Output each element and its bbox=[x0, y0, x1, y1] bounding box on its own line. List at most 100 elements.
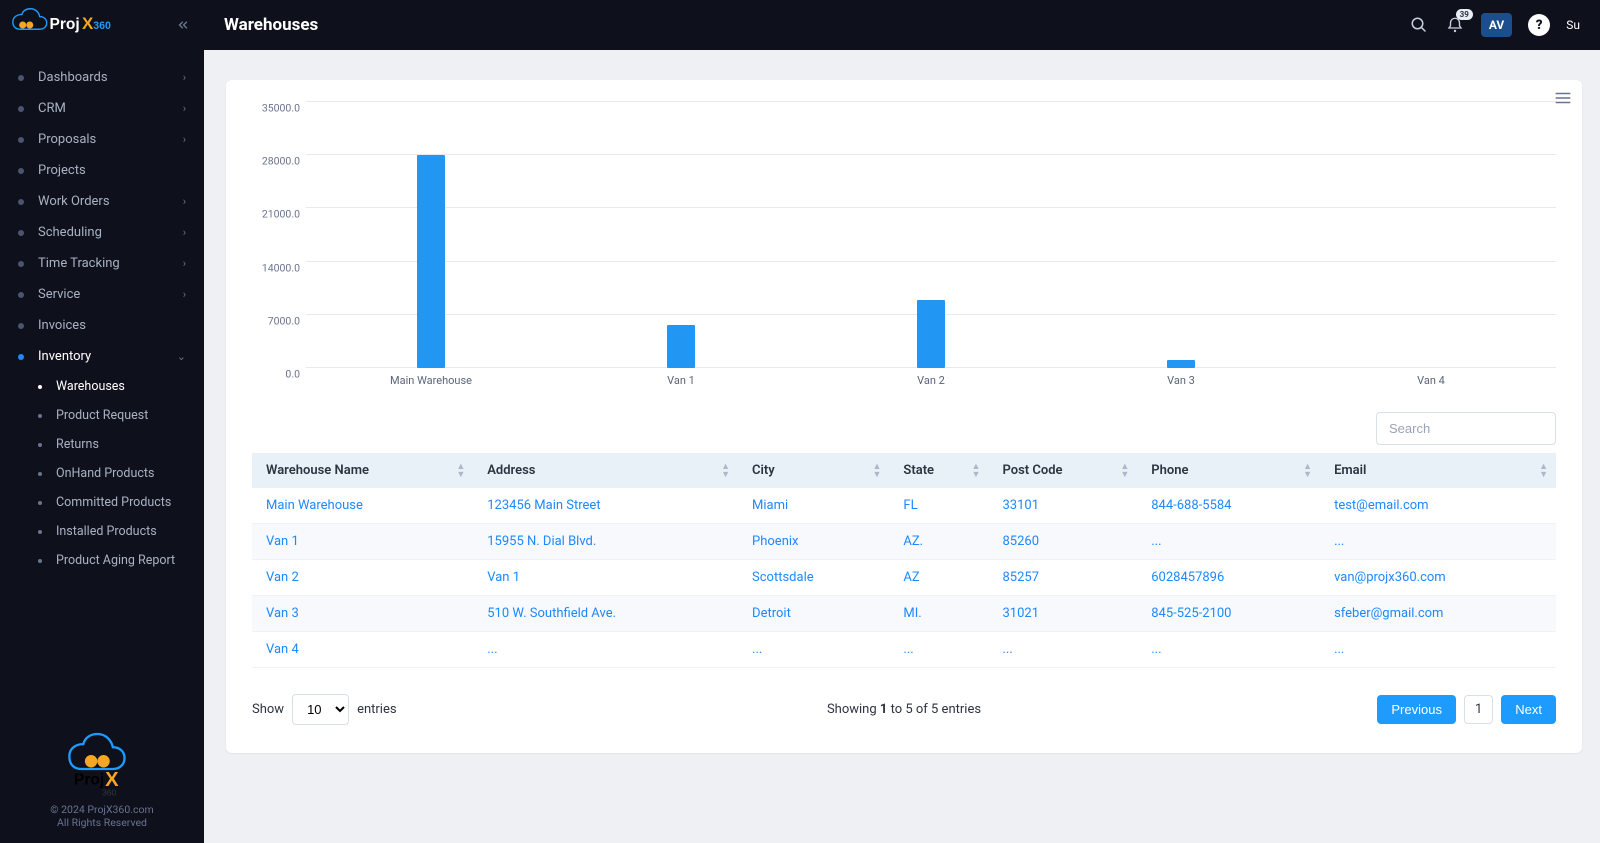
chart-bar[interactable] bbox=[417, 155, 445, 368]
sidebar-item-work-orders[interactable]: Work Orders› bbox=[0, 186, 204, 217]
search-button[interactable] bbox=[1409, 15, 1429, 35]
cell-post[interactable]: 31021 bbox=[988, 596, 1137, 632]
cell-city[interactable]: Detroit bbox=[738, 596, 889, 632]
cell-state[interactable]: ... bbox=[889, 632, 988, 668]
column-header[interactable]: Phone▲▼ bbox=[1137, 453, 1320, 488]
svg-text:360: 360 bbox=[102, 787, 117, 797]
notifications-button[interactable]: 39 bbox=[1445, 15, 1465, 35]
support-link[interactable]: Su bbox=[1566, 18, 1580, 32]
cell-phone[interactable]: 845-525-2100 bbox=[1137, 596, 1320, 632]
chart-bar[interactable] bbox=[1167, 360, 1195, 368]
chevron-right-icon: › bbox=[183, 102, 186, 115]
cell-email[interactable]: van@projx360.com bbox=[1320, 560, 1556, 596]
table-search-input[interactable] bbox=[1376, 412, 1556, 445]
cell-email[interactable]: test@email.com bbox=[1320, 488, 1556, 524]
sidebar-subitem-committed-products[interactable]: Committed Products bbox=[20, 488, 204, 517]
cell-state[interactable]: MI. bbox=[889, 596, 988, 632]
cell-email[interactable]: ... bbox=[1320, 632, 1556, 668]
user-avatar[interactable]: AV bbox=[1481, 13, 1512, 37]
column-header[interactable]: State▲▼ bbox=[889, 453, 988, 488]
column-label: Address bbox=[487, 463, 535, 478]
cell-state[interactable]: FL bbox=[889, 488, 988, 524]
column-header[interactable]: City▲▼ bbox=[738, 453, 889, 488]
cell-address[interactable]: ... bbox=[473, 632, 738, 668]
rights-text: All Rights Reserved bbox=[10, 816, 194, 829]
notification-badge: 39 bbox=[1456, 9, 1473, 20]
sidebar-item-scheduling[interactable]: Scheduling› bbox=[0, 217, 204, 248]
dot-icon bbox=[18, 323, 24, 329]
chevron-right-icon: › bbox=[183, 71, 186, 84]
sidebar-subitem-installed-products[interactable]: Installed Products bbox=[20, 517, 204, 546]
cell-address[interactable]: 123456 Main Street bbox=[473, 488, 738, 524]
sidebar-item-projects[interactable]: Projects bbox=[0, 155, 204, 186]
cell-address[interactable]: 15955 N. Dial Blvd. bbox=[473, 524, 738, 560]
sidebar-subitem-warehouses[interactable]: Warehouses bbox=[20, 372, 204, 401]
cell-post[interactable]: ... bbox=[988, 632, 1137, 668]
cell-post[interactable]: 85257 bbox=[988, 560, 1137, 596]
cell-name[interactable]: Van 1 bbox=[252, 524, 473, 560]
chart-bar[interactable] bbox=[667, 325, 695, 368]
chart-menu-button[interactable] bbox=[1554, 90, 1572, 110]
cell-email[interactable]: ... bbox=[1320, 524, 1556, 560]
previous-button[interactable]: Previous bbox=[1377, 695, 1456, 724]
cell-email[interactable]: sfeber@gmail.com bbox=[1320, 596, 1556, 632]
dot-icon bbox=[18, 261, 24, 267]
sidebar-item-label: Dashboards bbox=[38, 70, 108, 85]
sidebar-collapse-button[interactable] bbox=[172, 14, 194, 36]
sidebar: Proj X 360 Dashboards › CRM › Proposals› Proj… bbox=[0, 0, 204, 843]
cell-city[interactable]: ... bbox=[738, 632, 889, 668]
sidebar-item-inventory[interactable]: Inventory⌄ bbox=[0, 341, 204, 372]
sidebar-item-dashboards[interactable]: Dashboards › bbox=[0, 62, 204, 93]
cell-city[interactable]: Phoenix bbox=[738, 524, 889, 560]
cell-name[interactable]: Van 2 bbox=[252, 560, 473, 596]
x-label: Van 1 bbox=[556, 368, 806, 402]
sidebar-item-proposals[interactable]: Proposals› bbox=[0, 124, 204, 155]
column-header[interactable]: Warehouse Name▲▼ bbox=[252, 453, 473, 488]
cell-address[interactable]: Van 1 bbox=[473, 560, 738, 596]
cell-state[interactable]: AZ. bbox=[889, 524, 988, 560]
cell-phone[interactable]: 844-688-5584 bbox=[1137, 488, 1320, 524]
column-header[interactable]: Email▲▼ bbox=[1320, 453, 1556, 488]
sidebar-item-crm[interactable]: CRM › bbox=[0, 93, 204, 124]
column-header[interactable]: Address▲▼ bbox=[473, 453, 738, 488]
cell-post[interactable]: 33101 bbox=[988, 488, 1137, 524]
dot-icon bbox=[18, 199, 24, 205]
cell-phone[interactable]: ... bbox=[1137, 632, 1320, 668]
logo[interactable]: Proj X 360 bbox=[0, 0, 204, 50]
cell-name[interactable]: Van 3 bbox=[252, 596, 473, 632]
next-button[interactable]: Next bbox=[1501, 695, 1556, 724]
sidebar-item-label: Installed Products bbox=[56, 524, 157, 539]
page-number[interactable]: 1 bbox=[1464, 695, 1493, 724]
sidebar-item-label: Projects bbox=[38, 163, 86, 178]
y-tick: 7000.0 bbox=[268, 314, 300, 327]
sidebar-item-time-tracking[interactable]: Time Tracking› bbox=[0, 248, 204, 279]
table-row: Van 2Van 1ScottsdaleAZ852576028457896van… bbox=[252, 560, 1556, 596]
dot-icon bbox=[38, 559, 42, 563]
sidebar-item-service[interactable]: Service› bbox=[0, 279, 204, 310]
cell-city[interactable]: Miami bbox=[738, 488, 889, 524]
cell-name[interactable]: Van 4 bbox=[252, 632, 473, 668]
help-button[interactable]: ? bbox=[1528, 14, 1550, 36]
cell-phone[interactable]: ... bbox=[1137, 524, 1320, 560]
cell-address[interactable]: 510 W. Southfield Ave. bbox=[473, 596, 738, 632]
x-label: Main Warehouse bbox=[306, 368, 556, 402]
sidebar-item-label: CRM bbox=[38, 101, 66, 116]
sidebar-item-label: Proposals bbox=[38, 132, 96, 147]
sidebar-item-invoices[interactable]: Invoices bbox=[0, 310, 204, 341]
page-size-control: Show 10 entries bbox=[252, 694, 397, 725]
cell-phone[interactable]: 6028457896 bbox=[1137, 560, 1320, 596]
sidebar-item-label: Scheduling bbox=[38, 225, 102, 240]
column-header[interactable]: Post Code▲▼ bbox=[988, 453, 1137, 488]
sidebar-subitem-product-request[interactable]: Product Request bbox=[20, 401, 204, 430]
page-size-select[interactable]: 10 bbox=[292, 694, 349, 725]
warehouses-table: Warehouse Name▲▼Address▲▼City▲▼State▲▼Po… bbox=[252, 453, 1556, 668]
cell-city[interactable]: Scottsdale bbox=[738, 560, 889, 596]
cell-name[interactable]: Main Warehouse bbox=[252, 488, 473, 524]
sidebar-subitem-returns[interactable]: Returns bbox=[20, 430, 204, 459]
cell-state[interactable]: AZ bbox=[889, 560, 988, 596]
sidebar-subitem-onhand-products[interactable]: OnHand Products bbox=[20, 459, 204, 488]
chart-bar[interactable] bbox=[917, 300, 945, 368]
page-title: Warehouses bbox=[224, 15, 318, 35]
cell-post[interactable]: 85260 bbox=[988, 524, 1137, 560]
sidebar-subitem-product-aging-report[interactable]: Product Aging Report bbox=[20, 546, 204, 575]
